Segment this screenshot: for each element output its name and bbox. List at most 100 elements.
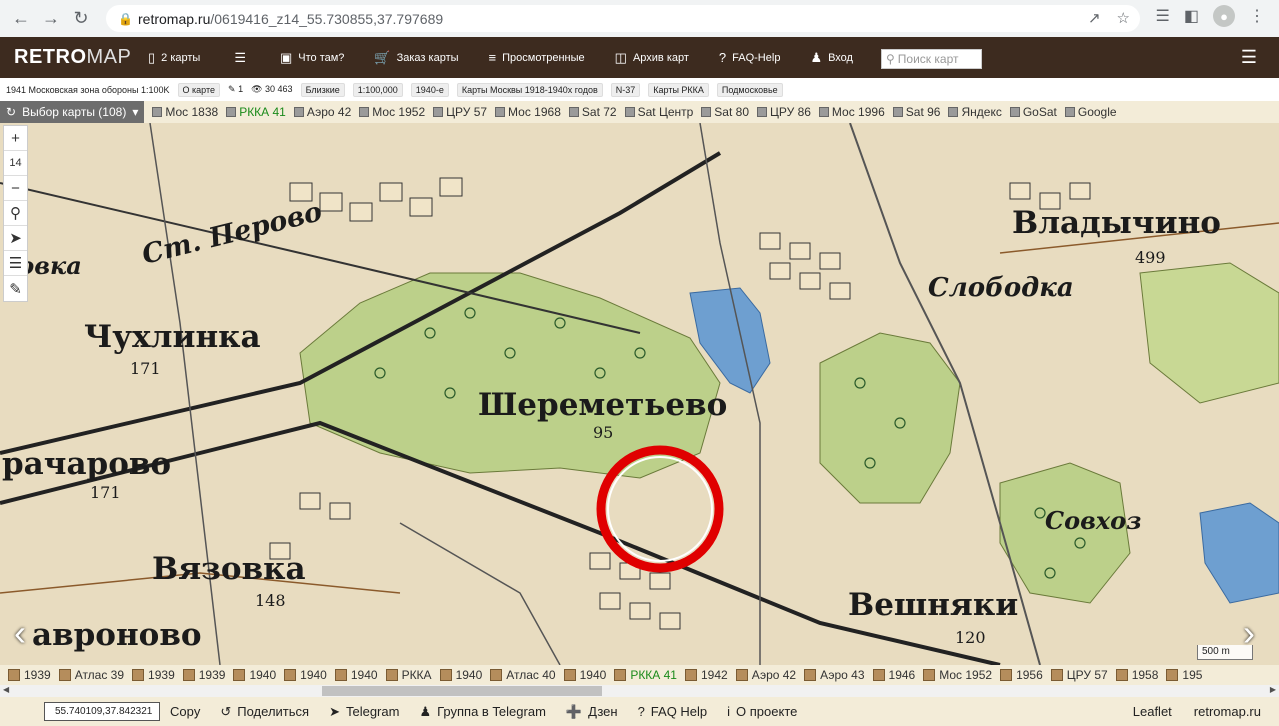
timeline-scrollbar[interactable]: ◀ ▶: [0, 685, 1279, 697]
timeline-item[interactable]: РККА: [385, 668, 432, 682]
tag-scale[interactable]: 1:100,000: [352, 82, 403, 97]
nav-order-map[interactable]: 🛒 Заказ карты: [374, 50, 458, 66]
map-select-dropdown[interactable]: ↻ Выбор карты (108) ▾: [0, 101, 145, 123]
layer-item[interactable]: Мос 1952: [359, 105, 425, 119]
timeline-item[interactable]: 195: [1166, 668, 1202, 682]
layer-item[interactable]: GoSat: [1009, 105, 1057, 119]
scroll-right-arrow-icon[interactable]: ▶: [1270, 685, 1276, 694]
timeline-item[interactable]: 1939: [8, 668, 51, 682]
timeline-item[interactable]: 1940: [233, 668, 276, 682]
chevron-down-icon: ▾: [132, 105, 139, 119]
map-search-input[interactable]: ⚲ Поиск карт: [881, 49, 982, 69]
layer-item[interactable]: Мос 1996: [818, 105, 885, 119]
layer-item[interactable]: Яндекс: [948, 105, 1002, 119]
layer-thumbnail: [1064, 107, 1075, 117]
draw-pencil-icon[interactable]: ✎: [4, 276, 27, 301]
hamburger-menu-icon[interactable]: ☰: [1241, 47, 1257, 68]
side-panel-icon[interactable]: ◧: [1184, 6, 1199, 26]
timeline-item[interactable]: 1939: [132, 668, 175, 682]
next-map-arrow-icon[interactable]: ›: [1243, 612, 1255, 654]
timeline-item[interactable]: 1940: [334, 668, 378, 682]
user-plus-icon: ♟: [419, 703, 432, 719]
map-canvas[interactable]: Владычино 499 Слободка Чухлинка 171 Ст. …: [0, 123, 1279, 665]
layer-item[interactable]: Sat 72: [568, 105, 617, 119]
timeline-item[interactable]: РККА 41: [614, 668, 677, 682]
bookmark-star-icon[interactable]: ☆: [1117, 9, 1130, 27]
timeline-item[interactable]: 1939: [182, 668, 225, 682]
layer-item[interactable]: Мос 1968: [495, 105, 561, 119]
share-link[interactable]: ↺ Поделиться: [220, 704, 309, 720]
timeline-item[interactable]: 1942: [684, 668, 728, 682]
layer-item[interactable]: Google: [1064, 105, 1117, 119]
nav-what-there[interactable]: ▣ Что там?: [280, 50, 344, 66]
tag-region[interactable]: Подмосковье: [716, 82, 783, 97]
locate-icon[interactable]: ➤: [4, 226, 27, 251]
layer-item[interactable]: Sat 96: [892, 105, 940, 119]
telegram-link[interactable]: ➤ Telegram: [329, 704, 399, 720]
timeline-item[interactable]: ЦРУ 57: [1050, 668, 1108, 682]
timeline-item[interactable]: Аэро 43: [804, 668, 865, 682]
layer-item[interactable]: Sat Центр: [624, 105, 693, 119]
image-icon: ▣: [279, 49, 293, 65]
nav-viewed[interactable]: ≡ Просмотренные: [489, 50, 585, 65]
timeline-item[interactable]: 1946: [872, 668, 915, 682]
timeline-item[interactable]: Аэро 42: [735, 668, 796, 682]
share-icon[interactable]: ↗: [1088, 9, 1101, 27]
timeline-item[interactable]: 1958: [1115, 668, 1158, 682]
timeline-item[interactable]: Атлас 40: [490, 668, 556, 682]
timeline-item[interactable]: 1940: [284, 668, 327, 682]
timeline-thumbnail: [334, 669, 347, 681]
layer-item[interactable]: РККА 41: [226, 105, 286, 119]
reload-icon[interactable]: ↻: [66, 4, 96, 34]
timeline-item[interactable]: 1940: [563, 668, 606, 682]
scrollbar-thumb[interactable]: [322, 686, 602, 696]
kebab-menu-icon[interactable]: ⋮: [1249, 6, 1265, 26]
nav-layers[interactable]: ☰: [234, 50, 246, 66]
telegram-group-link[interactable]: ♟ Группа в Telegram: [419, 704, 545, 720]
copy-coords-button[interactable]: Copy: [170, 704, 200, 719]
timeline-thumbnail: [1166, 669, 1179, 681]
forward-arrow-icon[interactable]: →: [36, 4, 66, 34]
layer-item[interactable]: ЦРУ 86: [757, 105, 811, 119]
scroll-left-arrow-icon[interactable]: ◀: [3, 685, 9, 694]
layer-item[interactable]: ЦРУ 57: [433, 105, 487, 119]
address-bar[interactable]: 🔒 retromap.ru/0619416_z14_55.730855,37.7…: [106, 5, 1140, 32]
search-icon[interactable]: ⚲: [4, 201, 27, 226]
retromap-logo[interactable]: RETROMAP: [14, 46, 134, 69]
zoom-out-button[interactable]: −: [4, 176, 27, 201]
label-vyazovka-height: 148: [255, 591, 286, 610]
timeline-thumbnail: [284, 669, 297, 681]
layers-icon[interactable]: ☰: [4, 251, 27, 276]
about-link[interactable]: iО проекте: [727, 704, 797, 719]
about-map-button[interactable]: О карте: [177, 82, 220, 97]
comments-count[interactable]: ✎ 1: [228, 84, 243, 95]
timeline-thumbnail: [58, 669, 71, 681]
zoom-in-button[interactable]: +: [4, 126, 27, 151]
browser-toolbar: ← → ↻ 🔒 retromap.ru/0619416_z14_55.73085…: [0, 0, 1279, 37]
layer-item[interactable]: Аэро 42: [293, 105, 351, 119]
prev-map-arrow-icon[interactable]: ‹: [14, 612, 26, 654]
coordinates-field[interactable]: 55.740109,37.842321: [44, 702, 160, 721]
layer-item[interactable]: Sat 80: [701, 105, 749, 119]
media-queue-icon[interactable]: ☰: [1156, 6, 1170, 26]
tag-decade[interactable]: 1940-е: [410, 82, 449, 97]
timeline-item[interactable]: 1940: [439, 668, 482, 682]
tag-sheet[interactable]: N-37: [610, 82, 641, 97]
nav-archive[interactable]: ◫ Архив карт: [615, 50, 689, 66]
tag-rkka[interactable]: Карты РККА: [648, 82, 709, 97]
timeline-item[interactable]: 1956: [1000, 668, 1043, 682]
leaflet-link[interactable]: Leaflet: [1133, 704, 1172, 719]
layer-item[interactable]: Мос 1838: [152, 105, 218, 119]
nav-faq[interactable]: ? FAQ-Help: [719, 50, 781, 65]
back-arrow-icon[interactable]: ←: [6, 4, 36, 34]
tag-nearby[interactable]: Близкие: [300, 82, 345, 97]
timeline-item[interactable]: Мос 1952: [923, 668, 992, 682]
nav-login[interactable]: ♟ Вход: [810, 50, 853, 66]
timeline-item[interactable]: Атлас 39: [58, 668, 124, 682]
profile-avatar[interactable]: ●: [1213, 5, 1235, 27]
nav-two-maps[interactable]: ▯ 2 карты: [148, 50, 200, 66]
site-link[interactable]: retromap.ru: [1194, 704, 1261, 719]
dzen-link[interactable]: ➕ Дзен: [566, 704, 618, 720]
faq-link[interactable]: ? FAQ Help: [638, 704, 708, 719]
tag-moscow-maps[interactable]: Карты Москвы 1918-1940х годов: [456, 82, 603, 97]
